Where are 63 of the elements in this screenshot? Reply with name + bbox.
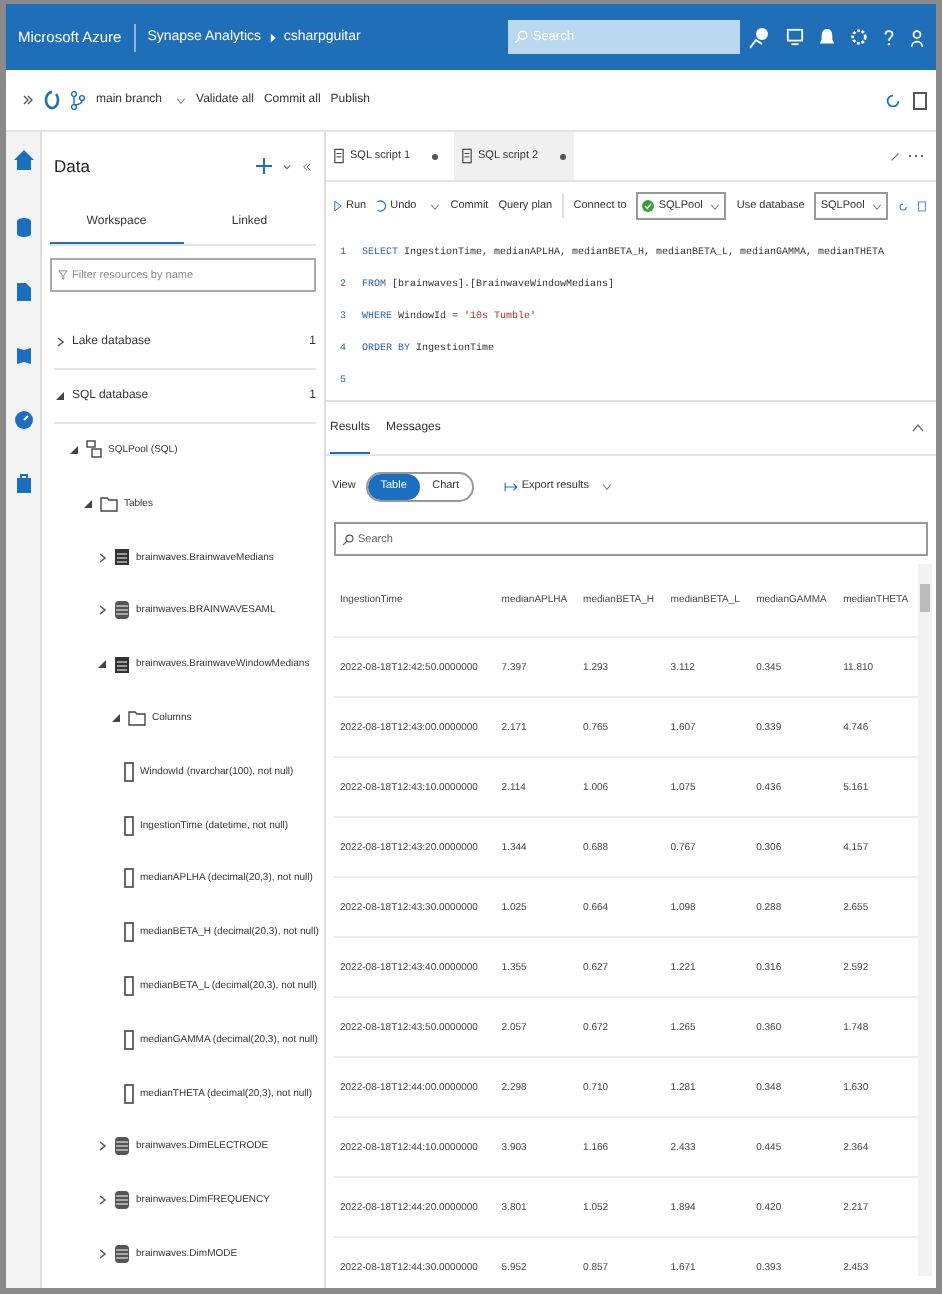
- search-icon: [514, 30, 529, 44]
- collapse-icon[interactable]: [282, 161, 292, 171]
- caret-right-icon[interactable]: [96, 1194, 108, 1207]
- folder-icon: [100, 495, 118, 512]
- document-icon[interactable]: [15, 282, 31, 302]
- column-icon: [124, 975, 134, 996]
- person-icon[interactable]: [910, 27, 924, 47]
- database-icon: [114, 1243, 130, 1264]
- panel-title: Data: [54, 156, 90, 176]
- settings-icon[interactable]: [850, 28, 868, 46]
- unsaved-dot-icon: [432, 153, 438, 159]
- database-icon: [114, 1190, 130, 1211]
- caret-down-icon[interactable]: [96, 658, 108, 671]
- column-icon: [124, 815, 134, 836]
- folder-icon: [128, 709, 146, 726]
- chevron-right-icon: [269, 31, 276, 43]
- unsaved-dot-icon: [560, 153, 566, 159]
- caret-right-icon[interactable]: [96, 1140, 108, 1153]
- refresh-icon[interactable]: [898, 197, 909, 215]
- filter-icon: [58, 270, 68, 280]
- caret-down-icon[interactable]: [110, 711, 122, 724]
- caret-down-icon[interactable]: [54, 390, 66, 403]
- database-icon[interactable]: [15, 216, 31, 238]
- column-icon: [124, 761, 134, 782]
- chevron-up-icon[interactable]: [912, 424, 924, 432]
- column-icon: [124, 1083, 134, 1104]
- help-icon[interactable]: [882, 27, 896, 47]
- caret-down-icon[interactable]: [82, 497, 94, 510]
- home-icon[interactable]: [11, 148, 35, 172]
- scrollbar[interactable]: [918, 564, 932, 1276]
- caret-down-icon[interactable]: [68, 443, 80, 456]
- chevron-down-icon[interactable]: [710, 203, 721, 209]
- table-icon: [114, 655, 130, 674]
- script-icon: [334, 148, 344, 164]
- script-icon: [462, 148, 472, 164]
- caret-right-icon[interactable]: [54, 336, 66, 349]
- play-icon: [334, 200, 342, 212]
- briefcase-icon[interactable]: [15, 474, 31, 494]
- column-icon: [124, 922, 134, 943]
- table-icon: [114, 548, 130, 567]
- collapse-panel-icon[interactable]: [302, 161, 312, 171]
- caret-right-icon[interactable]: [96, 1247, 108, 1260]
- expand-icon[interactable]: [22, 94, 34, 106]
- caret-right-icon[interactable]: [96, 551, 108, 564]
- search-icon: [342, 533, 354, 545]
- chevron-down-icon[interactable]: [602, 483, 613, 489]
- database-icon: [114, 600, 130, 621]
- column-icon: [124, 868, 134, 889]
- chevron-down-icon[interactable]: [176, 97, 187, 103]
- chevron-down-icon[interactable]: [430, 203, 441, 209]
- branch-icon: [70, 90, 86, 110]
- chevron-down-icon[interactable]: [872, 203, 883, 209]
- database-icon: [114, 1136, 130, 1157]
- export-icon: [503, 481, 518, 491]
- expand-icon[interactable]: [890, 151, 900, 161]
- server-icon: [86, 440, 102, 459]
- check-circle-icon: [642, 200, 655, 212]
- add-icon[interactable]: [256, 158, 272, 174]
- refresh-icon[interactable]: [884, 91, 902, 109]
- column-icon: [124, 1029, 134, 1050]
- notification-icon[interactable]: [818, 25, 836, 49]
- undo-icon: [376, 200, 387, 212]
- caret-right-icon[interactable]: [96, 604, 108, 617]
